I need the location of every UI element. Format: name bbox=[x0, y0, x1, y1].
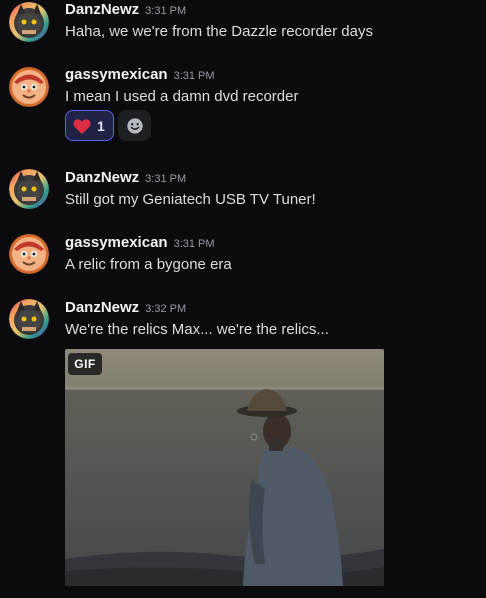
timestamp: 3:31 PM bbox=[173, 238, 215, 250]
avatar-gassymexican[interactable] bbox=[9, 67, 49, 107]
username[interactable]: gassymexican bbox=[65, 66, 168, 83]
username[interactable]: gassymexican bbox=[65, 234, 168, 251]
message-header: gassymexican 3:31 PM bbox=[65, 234, 215, 253]
message-text: I mean I used a damn dvd recorder bbox=[65, 88, 299, 105]
gif-badge: GIF bbox=[68, 353, 102, 375]
username[interactable]: DanzNewz bbox=[65, 299, 139, 316]
character-avatar-icon bbox=[9, 234, 49, 274]
add-reaction-button[interactable] bbox=[118, 110, 151, 141]
timestamp: 3:31 PM bbox=[145, 173, 187, 185]
smiley-icon bbox=[126, 117, 143, 134]
avatar-danznewz[interactable] bbox=[9, 299, 49, 339]
avatar-danznewz[interactable] bbox=[9, 2, 49, 42]
cat-avatar-icon bbox=[9, 169, 49, 209]
message-text: A relic from a bygone era bbox=[65, 256, 232, 273]
message-text: Still got my Geniatech USB TV Tuner! bbox=[65, 191, 316, 208]
cat-avatar-icon bbox=[9, 299, 49, 339]
reactions-bar: 1 bbox=[65, 110, 151, 142]
character-avatar-icon bbox=[9, 67, 49, 107]
timestamp: 3:31 PM bbox=[173, 70, 215, 82]
heart-icon bbox=[73, 118, 91, 134]
reaction-count: 1 bbox=[97, 117, 105, 134]
username[interactable]: DanzNewz bbox=[65, 169, 139, 186]
reaction-heart[interactable]: 1 bbox=[65, 110, 114, 141]
gif-image bbox=[65, 349, 384, 586]
gif-attachment[interactable] bbox=[65, 349, 384, 586]
message-header: DanzNewz 3:32 PM bbox=[65, 299, 186, 318]
message-1: DanzNewz 3:31 PM Haha, we we're from the … bbox=[0, 0, 486, 50]
timestamp: 3:32 PM bbox=[145, 303, 187, 315]
message-header: DanzNewz 3:31 PM bbox=[65, 1, 186, 20]
message-header: gassymexican 3:31 PM bbox=[65, 66, 215, 85]
avatar-gassymexican[interactable] bbox=[9, 234, 49, 274]
message-text: We're the relics Max... we're the relics… bbox=[65, 321, 329, 338]
message-header: DanzNewz 3:31 PM bbox=[65, 169, 186, 188]
cat-avatar-icon bbox=[9, 2, 49, 42]
avatar-danznewz[interactable] bbox=[9, 169, 49, 209]
message-text: Haha, we we're from the Dazzle recorder … bbox=[65, 23, 373, 40]
username[interactable]: DanzNewz bbox=[65, 1, 139, 18]
timestamp: 3:31 PM bbox=[145, 5, 187, 17]
